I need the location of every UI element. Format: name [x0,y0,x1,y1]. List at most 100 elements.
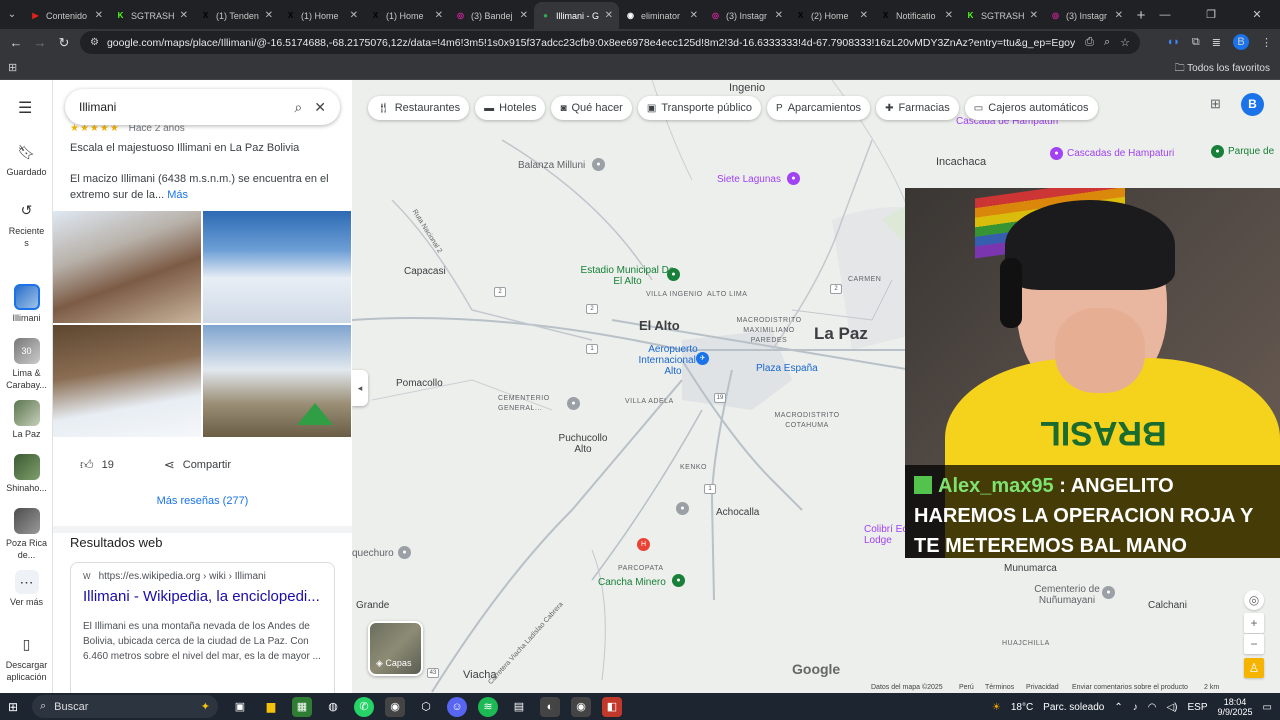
site-info-icon[interactable]: ⚙ [90,37,99,48]
review-photo[interactable] [53,325,201,437]
rail-item-saved[interactable]: 🔖︎ Guardado [0,140,53,178]
notifications-icon[interactable]: ▭ [1263,702,1272,713]
more-reviews-link[interactable]: Más reseñas (277) [53,495,352,507]
rail-item-recent[interactable]: ↺ Reciente s [0,198,53,249]
browser-tab[interactable]: X Notificatio ✕ [874,2,959,29]
install-icon[interactable]: ⎙ [1085,36,1094,49]
tab-search-dropdown[interactable]: ⌄ [0,0,24,29]
reload-button[interactable]: ↻ [52,35,76,51]
browser-tab[interactable]: ◎ (3) Instagr ✕ [704,2,789,29]
privacy-link[interactable]: Privacidad [1026,684,1059,691]
scale-label[interactable]: 2 km [1204,684,1219,691]
poi-pin[interactable]: ● [567,397,580,410]
web-result-card[interactable]: W https://es.wikipedia.org › wiki › Illi… [70,562,335,693]
wifi-icon[interactable]: ◠ [1148,702,1157,713]
country-link[interactable]: Perú [959,684,974,691]
rail-item-more[interactable]: ⋯ Ver más [0,570,53,607]
tab-close-icon[interactable]: ✕ [265,10,273,21]
layers-button[interactable]: ◈ Capas [368,621,423,676]
temperature[interactable]: 18°C [1011,702,1033,713]
chrome-icon[interactable]: ◉ [385,697,405,717]
address-bar[interactable]: ⚙ google.com/maps/place/Illimani/@-16.51… [80,31,1140,54]
browser-tab[interactable]: ◎ (3) Instagr ✕ [1044,2,1129,29]
zoom-icon[interactable]: ⌕ [1104,36,1110,49]
category-chip[interactable]: ▣ Transporte público [637,96,762,120]
poi-pin[interactable]: ● [667,268,680,281]
browser-tab[interactable]: K SGTRASH ✕ [959,2,1044,29]
weather-desc[interactable]: Parc. soleado [1043,702,1104,713]
poi-pin[interactable]: ● [1050,147,1063,160]
collapse-panel-button[interactable]: ◂ [352,370,368,406]
tab-close-icon[interactable]: ✕ [520,10,528,21]
hospital-pin[interactable]: H [637,538,650,551]
rail-item-shinaho[interactable]: Shinaho... [0,454,53,493]
minimize-button[interactable]: — [1142,0,1188,29]
browser-tab[interactable]: X (1) Home ✕ [364,2,449,29]
puzzle-icon[interactable]: ⧉ [1192,36,1200,49]
minecraft-icon[interactable]: ▦ [292,697,312,717]
zoom-out-button[interactable]: − [1244,634,1264,654]
obs-icon[interactable]: ◐ [540,697,560,717]
volume-icon[interactable]: ◁) [1166,702,1177,713]
review-photo[interactable] [203,211,351,323]
chrome-icon-2[interactable]: ◉ [571,697,591,717]
airport-pin[interactable]: ✈ [696,352,709,365]
tab-close-icon[interactable]: ✕ [95,10,103,21]
pegman-icon[interactable]: ♙ [1244,658,1264,678]
my-location-button[interactable]: ◎ [1244,590,1264,610]
search-box[interactable]: Illimani ⌕ ✕ [65,89,340,125]
task-view-icon[interactable]: ▣ [230,697,250,717]
maximize-button[interactable]: ❐ [1188,0,1234,29]
rail-item-lima[interactable]: 30 Lima & Carabay... [0,338,53,391]
browser-tab[interactable]: X (2) Home ✕ [789,2,874,29]
category-chip[interactable]: ▭ Cajeros automáticos [964,96,1098,120]
notes-icon[interactable]: ▤ [509,697,529,717]
poi-pin[interactable]: ● [592,158,605,171]
tab-close-icon[interactable]: ✕ [435,10,443,21]
web-result-title[interactable]: Illimani - Wikipedia, la enciclopedi... [83,588,322,605]
review-photo[interactable] [203,325,351,437]
file-explorer-icon[interactable]: ▆ [261,697,281,717]
browser-tab[interactable]: X (1) Tenden ✕ [194,2,279,29]
poi-pin[interactable]: ● [787,172,800,185]
like-button[interactable]: 👍︎ 19 [80,457,114,473]
review-more-link[interactable]: Más [167,189,188,201]
rail-item-download-app[interactable]: ▯ Descargar aplicación [0,632,53,683]
zoom-in-button[interactable]: + [1244,613,1264,633]
browser-tab[interactable]: ◎ (3) Bandej ✕ [449,2,534,29]
poi-pin[interactable]: ● [1102,586,1115,599]
spotify-icon[interactable]: ≋ [478,697,498,717]
browser-tab[interactable]: ● Illimani - G ✕ [534,2,619,29]
extension-icon[interactable]: ◖◗ [1167,36,1180,48]
app-icon[interactable]: ⬡ [416,697,436,717]
terms-link[interactable]: Términos [985,684,1014,691]
browser-tab[interactable]: X (1) Home ✕ [279,2,364,29]
tab-close-icon[interactable]: ✕ [1115,10,1123,21]
url-text[interactable]: google.com/maps/place/Illimani/@-16.5174… [107,37,1075,49]
all-bookmarks[interactable]: 🗀 Todos los favoritos [1175,61,1270,78]
browser-tab[interactable]: K SGTRASH ✕ [109,2,194,29]
account-avatar[interactable]: B [1241,93,1264,116]
feedback-link[interactable]: Enviar comentarios sobre el producto [1072,684,1188,691]
tab-close-icon[interactable]: ✕ [605,10,613,21]
tab-close-icon[interactable]: ✕ [860,10,868,21]
close-window-button[interactable]: ✕ [1234,0,1280,29]
mic-icon[interactable]: ♪ [1133,702,1138,713]
hamburger-menu-icon[interactable]: ☰ [18,98,32,118]
back-button[interactable]: ← [4,35,28,50]
category-chip[interactable]: ▬ Hoteles [475,96,546,120]
clear-search-icon[interactable]: ✕ [314,99,326,116]
tab-close-icon[interactable]: ✕ [945,10,953,21]
star-icon[interactable]: ☆ [1120,36,1130,49]
browser-tab[interactable]: ▶ Contenido ✕ [24,2,109,29]
rail-item-la-paz[interactable]: La Paz [0,400,53,439]
tab-close-icon[interactable]: ✕ [775,10,783,21]
tab-close-icon[interactable]: ✕ [350,10,358,21]
language-indicator[interactable]: ESP [1187,702,1207,713]
category-chip[interactable]: 🍴︎ Restaurantes [368,96,470,120]
tab-close-icon[interactable]: ✕ [1030,10,1038,21]
category-chip[interactable]: ✚ Farmacias [876,96,959,120]
share-button[interactable]: ⋖ Compartir [164,457,231,473]
apps-grid-icon[interactable]: ⊞ [8,61,17,74]
tab-close-icon[interactable]: ✕ [690,10,698,21]
